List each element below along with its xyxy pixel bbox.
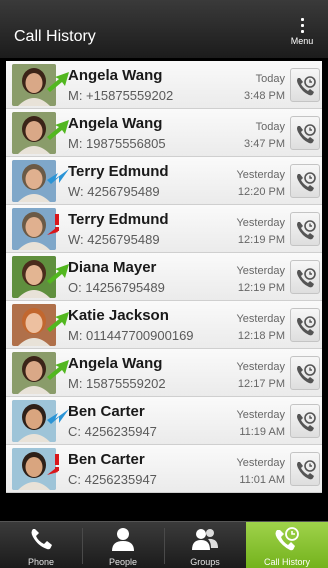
call-history-list[interactable]: Angela Wang M: +15875559202 Today 3:48 PM An… xyxy=(6,61,322,493)
call-day: Today xyxy=(255,73,285,85)
contact-name: Diana Mayer xyxy=(68,259,157,276)
contact-number: W: 4256795489 xyxy=(68,232,160,247)
call-time: 11:01 AM xyxy=(239,474,285,486)
menu-label: Menu xyxy=(290,36,314,46)
call-time: 12:19 PM xyxy=(237,282,285,294)
contact-number: M: 15875559202 xyxy=(68,376,166,391)
call-time: 11:19 AM xyxy=(239,426,285,438)
contact-name: Angela Wang xyxy=(68,115,163,132)
contact-number: O: 14256795489 xyxy=(68,280,165,295)
call-time: 3:48 PM xyxy=(244,90,285,102)
call-back-button[interactable] xyxy=(290,404,320,438)
contact-number: C: 4256235947 xyxy=(68,424,157,439)
contact-number: M: +15875559202 xyxy=(68,88,174,103)
contact-name: Ben Carter xyxy=(68,451,145,468)
call-time: 12:20 PM xyxy=(237,186,285,198)
tab-label: Groups xyxy=(190,557,220,567)
call-time: 3:47 PM xyxy=(244,138,285,150)
call-time: 12:18 PM xyxy=(237,330,285,342)
overflow-menu-icon xyxy=(300,18,304,33)
tab-call-history[interactable]: Call History xyxy=(246,522,328,568)
call-back-button[interactable] xyxy=(290,356,320,390)
call-back-button[interactable] xyxy=(290,260,320,294)
tab-phone[interactable]: Phone xyxy=(0,522,82,568)
call-row[interactable]: Terry Edmund W: 4256795489 Yesterday 12:19 … xyxy=(6,205,322,253)
call-back-button[interactable] xyxy=(290,212,320,246)
tab-divider xyxy=(164,528,165,564)
call-row[interactable]: Katie Jackson M: 011447700900169 Yesterday… xyxy=(6,301,322,349)
call-day: Today xyxy=(255,121,285,133)
contact-number: M: 19875556805 xyxy=(68,136,166,151)
tab-label: Phone xyxy=(27,557,55,567)
call-row[interactable]: Diana Mayer O: 14256795489 Yesterday 12:19 … xyxy=(6,253,322,301)
call-day: Yesterday xyxy=(236,169,285,181)
call-time: 12:17 PM xyxy=(237,378,285,390)
tab-divider xyxy=(82,528,83,564)
tab-groups[interactable]: Groups xyxy=(164,522,246,568)
contact-name: Terry Edmund xyxy=(68,211,169,228)
contact-number: C: 4256235947 xyxy=(68,472,157,487)
call-back-button[interactable] xyxy=(290,452,320,486)
tab-people[interactable]: People xyxy=(82,522,164,568)
call-back-button[interactable] xyxy=(290,68,320,102)
call-row[interactable]: Terry Edmund W: 4256795489 Yesterday 12:20 … xyxy=(6,157,322,205)
call-day: Yesterday xyxy=(236,217,285,229)
contact-name: Terry Edmund xyxy=(68,163,169,180)
menu-button[interactable]: Menu xyxy=(284,16,320,56)
tab-label: People xyxy=(108,557,138,567)
contact-name: Angela Wang xyxy=(68,67,163,84)
call-row[interactable]: Ben Carter C: 4256235947 Yesterday 11:19 AM xyxy=(6,397,322,445)
call-back-button[interactable] xyxy=(290,164,320,198)
call-day: Yesterday xyxy=(236,361,285,373)
contact-name: Angela Wang xyxy=(68,355,163,372)
page-title: Call History xyxy=(14,28,96,45)
contact-name: Ben Carter xyxy=(68,403,145,420)
call-row[interactable]: Angela Wang M: 15875559202 Yesterday 12:17 … xyxy=(6,349,322,397)
call-back-button[interactable] xyxy=(290,308,320,342)
tab-label: Call History xyxy=(263,557,310,567)
call-day: Yesterday xyxy=(236,313,285,325)
contact-number: M: 011447700900169 xyxy=(68,328,194,343)
call-day: Yesterday xyxy=(236,457,285,469)
call-day: Yesterday xyxy=(236,409,285,421)
call-row[interactable]: Angela Wang M: 19875556805 Today 3:47 PM xyxy=(6,109,322,157)
bottom-navigation: Phone People Groups Call History xyxy=(0,521,328,568)
contact-name: Katie Jackson xyxy=(68,307,169,324)
call-back-button[interactable] xyxy=(290,116,320,150)
call-day: Yesterday xyxy=(236,265,285,277)
app-header: Call History Menu xyxy=(0,0,328,59)
call-row[interactable]: Ben Carter C: 4256235947 Yesterday 11:01 AM xyxy=(6,445,322,493)
call-time: 12:19 PM xyxy=(237,234,285,246)
contact-number: W: 4256795489 xyxy=(68,184,160,199)
call-row[interactable]: Angela Wang M: +15875559202 Today 3:48 PM xyxy=(6,61,322,109)
